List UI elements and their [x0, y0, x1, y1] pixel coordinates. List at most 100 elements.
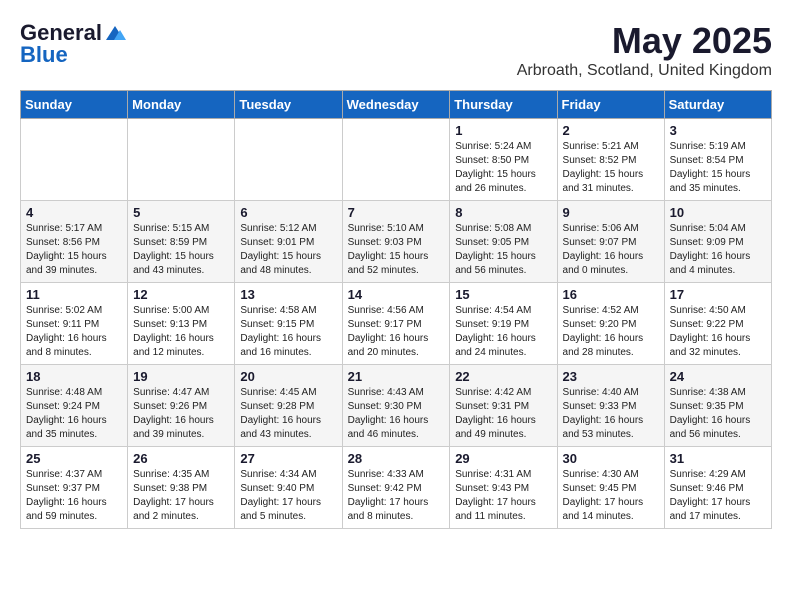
calendar-week-row: 18Sunrise: 4:48 AM Sunset: 9:24 PM Dayli…: [21, 365, 772, 447]
day-info: Sunrise: 4:52 AM Sunset: 9:20 PM Dayligh…: [563, 304, 659, 360]
location: Arbroath, Scotland, United Kingdom: [517, 62, 772, 80]
day-number: 7: [348, 205, 445, 220]
calendar-cell: 31 Sunrise: 4:29 AM Sunset: 9:46 PM Dayli…: [664, 447, 771, 529]
calendar-cell: 20 Sunrise: 4:45 AM Sunset: 9:28 PM Dayli…: [235, 365, 342, 447]
day-info: Sunrise: 4:35 AM Sunset: 9:38 PM Dayligh…: [133, 468, 229, 524]
calendar-cell: 28Sunrise: 4:33 AM Sunset: 9:42 PM Dayli…: [342, 447, 450, 529]
calendar-cell: [235, 119, 342, 201]
day-number: 26: [133, 451, 229, 466]
day-number: 9: [563, 205, 659, 220]
day-number: 23: [563, 369, 659, 384]
day-info: Sunrise: 4:50 AM Sunset: 9:22 PM Dayligh…: [670, 304, 766, 360]
calendar-cell: 17 Sunrise: 4:50 AM Sunset: 9:22 PM Dayli…: [664, 283, 771, 365]
calendar-cell: [21, 119, 128, 201]
day-info: Sunrise: 5:10 AM Sunset: 9:03 PM Dayligh…: [348, 222, 445, 278]
title-block: May 2025 Arbroath, Scotland, United King…: [517, 20, 772, 80]
day-info: Sunrise: 4:29 AM Sunset: 9:46 PM Dayligh…: [670, 468, 766, 524]
header-thursday: Thursday: [450, 91, 557, 119]
calendar-week-row: 11 Sunrise: 5:02 AM Sunset: 9:11 PM Dayli…: [21, 283, 772, 365]
calendar-cell: 4Sunrise: 5:17 AM Sunset: 8:56 PM Daylig…: [21, 201, 128, 283]
calendar-cell: 8Sunrise: 5:08 AM Sunset: 9:05 PM Daylig…: [450, 201, 557, 283]
header-tuesday: Tuesday: [235, 91, 342, 119]
calendar-cell: 12 Sunrise: 5:00 AM Sunset: 9:13 PM Dayli…: [128, 283, 235, 365]
calendar-week-row: 4Sunrise: 5:17 AM Sunset: 8:56 PM Daylig…: [21, 201, 772, 283]
day-info: Sunrise: 4:54 AM Sunset: 9:19 PM Dayligh…: [455, 304, 551, 360]
day-info: Sunrise: 4:47 AM Sunset: 9:26 PM Dayligh…: [133, 386, 229, 442]
calendar-cell: 1 Sunrise: 5:24 AM Sunset: 8:50 PM Daylig…: [450, 119, 557, 201]
header-sunday: Sunday: [21, 91, 128, 119]
day-number: 19: [133, 369, 229, 384]
calendar-cell: 10 Sunrise: 5:04 AM Sunset: 9:09 PM Dayli…: [664, 201, 771, 283]
calendar-cell: 9 Sunrise: 5:06 AM Sunset: 9:07 PM Daylig…: [557, 201, 664, 283]
day-info: Sunrise: 4:38 AM Sunset: 9:35 PM Dayligh…: [670, 386, 766, 442]
day-info: Sunrise: 5:02 AM Sunset: 9:11 PM Dayligh…: [26, 304, 122, 360]
day-info: Sunrise: 5:17 AM Sunset: 8:56 PM Dayligh…: [26, 222, 122, 278]
day-info: Sunrise: 5:21 AM Sunset: 8:52 PM Dayligh…: [563, 140, 659, 196]
calendar-cell: [342, 119, 450, 201]
calendar-cell: 18Sunrise: 4:48 AM Sunset: 9:24 PM Dayli…: [21, 365, 128, 447]
calendar-cell: 13 Sunrise: 4:58 AM Sunset: 9:15 PM Dayli…: [235, 283, 342, 365]
day-number: 3: [670, 123, 766, 138]
day-info: Sunrise: 5:04 AM Sunset: 9:09 PM Dayligh…: [670, 222, 766, 278]
logo-blue-text: Blue: [20, 42, 68, 68]
header-monday: Monday: [128, 91, 235, 119]
day-number: 10: [670, 205, 766, 220]
day-info: Sunrise: 4:42 AM Sunset: 9:31 PM Dayligh…: [455, 386, 551, 442]
calendar-week-row: 1 Sunrise: 5:24 AM Sunset: 8:50 PM Daylig…: [21, 119, 772, 201]
day-number: 31: [670, 451, 766, 466]
calendar-cell: 23 Sunrise: 4:40 AM Sunset: 9:33 PM Dayli…: [557, 365, 664, 447]
calendar-cell: 11 Sunrise: 5:02 AM Sunset: 9:11 PM Dayli…: [21, 283, 128, 365]
day-number: 30: [563, 451, 659, 466]
day-number: 6: [240, 205, 336, 220]
calendar-cell: 14Sunrise: 4:56 AM Sunset: 9:17 PM Dayli…: [342, 283, 450, 365]
calendar-cell: 26 Sunrise: 4:35 AM Sunset: 9:38 PM Dayli…: [128, 447, 235, 529]
day-info: Sunrise: 4:40 AM Sunset: 9:33 PM Dayligh…: [563, 386, 659, 442]
day-number: 22: [455, 369, 551, 384]
day-info: Sunrise: 5:24 AM Sunset: 8:50 PM Dayligh…: [455, 140, 551, 196]
header-friday: Friday: [557, 91, 664, 119]
day-info: Sunrise: 4:48 AM Sunset: 9:24 PM Dayligh…: [26, 386, 122, 442]
logo: General Blue: [20, 20, 126, 68]
logo-icon: [104, 24, 126, 42]
calendar-cell: 27 Sunrise: 4:34 AM Sunset: 9:40 PM Dayli…: [235, 447, 342, 529]
calendar-cell: 2 Sunrise: 5:21 AM Sunset: 8:52 PM Daylig…: [557, 119, 664, 201]
day-number: 12: [133, 287, 229, 302]
calendar-week-row: 25Sunrise: 4:37 AM Sunset: 9:37 PM Dayli…: [21, 447, 772, 529]
day-info: Sunrise: 5:06 AM Sunset: 9:07 PM Dayligh…: [563, 222, 659, 278]
day-number: 2: [563, 123, 659, 138]
calendar-cell: 24 Sunrise: 4:38 AM Sunset: 9:35 PM Dayli…: [664, 365, 771, 447]
day-info: Sunrise: 4:30 AM Sunset: 9:45 PM Dayligh…: [563, 468, 659, 524]
calendar-table: SundayMondayTuesdayWednesdayThursdayFrid…: [20, 90, 772, 529]
day-number: 24: [670, 369, 766, 384]
calendar-cell: 19 Sunrise: 4:47 AM Sunset: 9:26 PM Dayli…: [128, 365, 235, 447]
day-number: 15: [455, 287, 551, 302]
calendar-cell: 16 Sunrise: 4:52 AM Sunset: 9:20 PM Dayli…: [557, 283, 664, 365]
calendar-cell: [128, 119, 235, 201]
day-number: 13: [240, 287, 336, 302]
day-number: 27: [240, 451, 336, 466]
day-number: 17: [670, 287, 766, 302]
calendar-cell: 3Sunrise: 5:19 AM Sunset: 8:54 PM Daylig…: [664, 119, 771, 201]
day-info: Sunrise: 4:43 AM Sunset: 9:30 PM Dayligh…: [348, 386, 445, 442]
day-info: Sunrise: 4:34 AM Sunset: 9:40 PM Dayligh…: [240, 468, 336, 524]
page-header: General Blue May 2025 Arbroath, Scotland…: [20, 20, 772, 80]
calendar-cell: 6 Sunrise: 5:12 AM Sunset: 9:01 PM Daylig…: [235, 201, 342, 283]
day-info: Sunrise: 4:58 AM Sunset: 9:15 PM Dayligh…: [240, 304, 336, 360]
day-number: 1: [455, 123, 551, 138]
header-wednesday: Wednesday: [342, 91, 450, 119]
day-info: Sunrise: 5:12 AM Sunset: 9:01 PM Dayligh…: [240, 222, 336, 278]
calendar-cell: 7 Sunrise: 5:10 AM Sunset: 9:03 PM Daylig…: [342, 201, 450, 283]
day-info: Sunrise: 5:08 AM Sunset: 9:05 PM Dayligh…: [455, 222, 551, 278]
day-info: Sunrise: 4:37 AM Sunset: 9:37 PM Dayligh…: [26, 468, 122, 524]
calendar-cell: 5Sunrise: 5:15 AM Sunset: 8:59 PM Daylig…: [128, 201, 235, 283]
day-number: 16: [563, 287, 659, 302]
calendar-cell: 15 Sunrise: 4:54 AM Sunset: 9:19 PM Dayli…: [450, 283, 557, 365]
day-info: Sunrise: 5:15 AM Sunset: 8:59 PM Dayligh…: [133, 222, 229, 278]
day-info: Sunrise: 5:00 AM Sunset: 9:13 PM Dayligh…: [133, 304, 229, 360]
calendar-cell: 22 Sunrise: 4:42 AM Sunset: 9:31 PM Dayli…: [450, 365, 557, 447]
day-info: Sunrise: 4:45 AM Sunset: 9:28 PM Dayligh…: [240, 386, 336, 442]
header-saturday: Saturday: [664, 91, 771, 119]
day-number: 20: [240, 369, 336, 384]
day-number: 21: [348, 369, 445, 384]
day-number: 11: [26, 287, 122, 302]
